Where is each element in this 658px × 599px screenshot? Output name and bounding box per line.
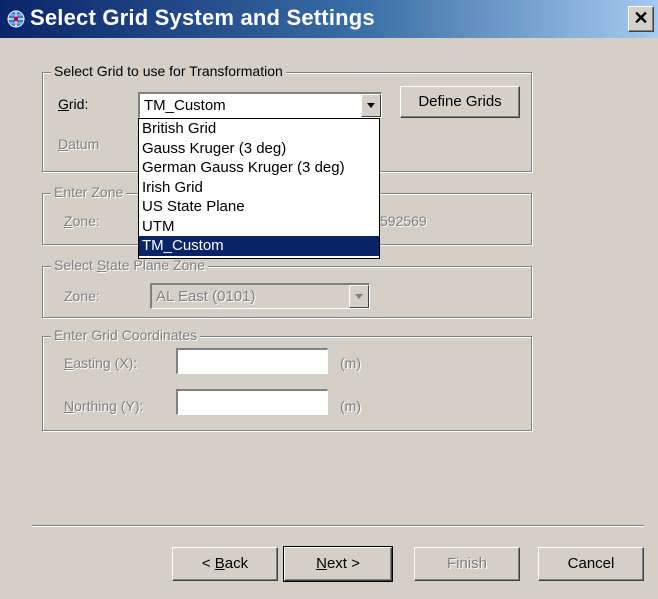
easting-unit: (m)	[340, 355, 361, 371]
globe-grid-icon	[7, 10, 25, 28]
grid-option[interactable]: US State Plane	[139, 197, 379, 217]
grid-select-arrow[interactable]	[361, 94, 381, 117]
state-zone-label: Zone:	[64, 288, 100, 304]
finish-button[interactable]: Finish	[414, 547, 520, 581]
state-zone-select-value: AL East (0101)	[156, 288, 256, 305]
grid-label: Grid:	[58, 96, 89, 112]
datum-label: Datum	[58, 136, 100, 152]
zone-label: Zone:	[64, 213, 100, 229]
grid-option[interactable]: UTM	[139, 217, 379, 237]
grid-option[interactable]: TM_Custom	[139, 236, 379, 256]
grid-option[interactable]: Gauss Kruger (3 deg)	[139, 139, 379, 159]
close-button[interactable]: ✕	[628, 6, 654, 32]
cancel-button[interactable]: Cancel	[538, 547, 644, 581]
window-title: Select Grid System and Settings	[30, 5, 375, 30]
state-plane-group-title: Select State Plane Zone	[51, 257, 209, 273]
grid-coordinates-group-title: Enter Grid Coordinates	[51, 327, 201, 343]
select-grid-group-title: Select Grid to use for Transformation	[51, 63, 286, 79]
state-zone-select[interactable]: AL East (0101)	[150, 283, 370, 309]
grid-option[interactable]: Irish Grid	[139, 178, 379, 198]
easting-input[interactable]	[176, 348, 328, 374]
title-bar: Select Grid System and Settings ✕	[0, 0, 658, 38]
grid-dropdown-list: British Grid Gauss Kruger (3 deg) German G…	[138, 118, 380, 259]
chevron-down-icon	[355, 294, 363, 299]
easting-label: Easting (X):	[64, 355, 138, 371]
grid-option[interactable]: German Gauss Kruger (3 deg)	[139, 158, 379, 178]
close-icon: ✕	[633, 8, 649, 28]
enter-zone-group-title: Enter Zone	[51, 184, 127, 200]
northing-label: Northing (Y):	[64, 398, 144, 414]
northing-input[interactable]	[176, 389, 328, 415]
zone-partial-value: 592569	[380, 213, 427, 229]
define-grids-button[interactable]: Define Grids	[400, 86, 520, 118]
next-button[interactable]: Next >	[283, 546, 393, 582]
grid-select-value: TM_Custom	[144, 97, 226, 114]
button-separator	[32, 525, 644, 527]
grid-select[interactable]: TM_Custom	[138, 92, 382, 118]
state-zone-select-arrow[interactable]	[349, 285, 369, 308]
back-button[interactable]: < Back	[172, 547, 278, 581]
grid-option[interactable]: British Grid	[139, 119, 379, 139]
northing-unit: (m)	[340, 398, 361, 414]
chevron-down-icon	[367, 103, 375, 108]
